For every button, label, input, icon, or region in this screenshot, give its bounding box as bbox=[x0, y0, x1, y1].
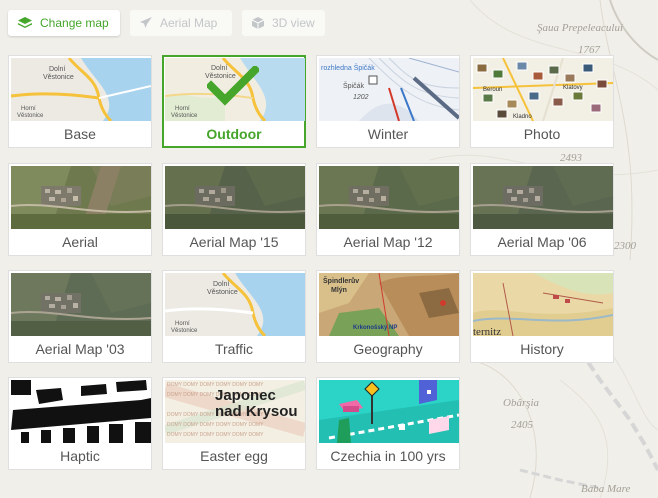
svg-text:Horní: Horní bbox=[175, 321, 190, 327]
svg-text:Klatovy: Klatovy bbox=[563, 85, 583, 91]
map-label-baba-mare: Baba Mare bbox=[581, 483, 631, 495]
svg-text:DOMY DOMY DOMY DOMY DOMY DOMY: DOMY DOMY DOMY DOMY DOMY DOMY bbox=[167, 432, 264, 438]
svg-text:Japonec: Japonec bbox=[215, 387, 276, 404]
map-tile-traffic[interactable]: Dolní Věstonice Horní Věstonice Traffic bbox=[162, 270, 306, 363]
svg-text:Špičák: Špičák bbox=[343, 81, 365, 90]
aerial-map-thumbnail bbox=[473, 166, 613, 229]
map-tile-label: Haptic bbox=[60, 448, 100, 464]
aerial-map-thumbnail bbox=[165, 166, 305, 229]
map-tile-aerial[interactable]: Aerial bbox=[8, 163, 152, 256]
layers-icon bbox=[18, 17, 32, 28]
haptic-map-thumbnail bbox=[11, 380, 151, 443]
svg-text:Věstonice: Věstonice bbox=[171, 328, 198, 334]
svg-text:nad Krysou: nad Krysou bbox=[215, 403, 298, 420]
map-tile-label: Base bbox=[64, 126, 96, 142]
map-tile-label: Easter egg bbox=[200, 448, 268, 464]
3d-view-label: 3D view bbox=[272, 16, 315, 30]
future-map-thumbnail bbox=[319, 380, 459, 443]
map-tile-history[interactable]: ternitz History bbox=[470, 270, 614, 363]
map-tile-label: Traffic bbox=[214, 341, 254, 357]
map-tile-label: Aerial Map '03 bbox=[35, 341, 125, 357]
history-map-thumbnail: ternitz bbox=[473, 273, 613, 336]
outdoor-map-thumbnail: Dolní Věstonice Horní Věstonice bbox=[165, 58, 305, 121]
map-tile-aerial-12[interactable]: Aerial Map '12 bbox=[316, 163, 460, 256]
map-tile-label: Aerial bbox=[62, 234, 98, 250]
map-tile-label: Photo bbox=[523, 126, 561, 142]
svg-text:Věstonice: Věstonice bbox=[171, 113, 198, 119]
aerial-map-thumbnail bbox=[319, 166, 459, 229]
map-label-elevation: 2300 bbox=[614, 240, 636, 252]
traffic-map-thumbnail: Dolní Věstonice Horní Věstonice bbox=[165, 273, 305, 336]
base-map-thumbnail: Dolní Věstonice Horní Věstonice bbox=[11, 58, 151, 121]
svg-text:Mlýn: Mlýn bbox=[331, 287, 347, 294]
change-map-button[interactable]: Change map bbox=[8, 10, 120, 36]
svg-text:Dolní: Dolní bbox=[213, 281, 229, 288]
svg-text:Beroun: Beroun bbox=[483, 87, 502, 93]
map-label-elevation: 2405 bbox=[511, 419, 533, 431]
map-tile-aerial-03[interactable]: Aerial Map '03 bbox=[8, 270, 152, 363]
photo-map-thumbnail: Klatovy Beroun Kladno bbox=[473, 58, 613, 121]
svg-text:Věstonice: Věstonice bbox=[207, 289, 238, 296]
map-tile-aerial-06[interactable]: Aerial Map '06 bbox=[470, 163, 614, 256]
svg-text:Krkonošský NP: Krkonošský NP bbox=[353, 325, 397, 331]
map-tile-easter-egg[interactable]: DOMY DOMY DOMY DOMY DOMY DOMY DOMY DOMY … bbox=[162, 377, 306, 470]
svg-text:ternitz: ternitz bbox=[473, 326, 501, 336]
aerial-map-button[interactable]: Aerial Map bbox=[130, 10, 232, 36]
airplane-icon bbox=[140, 17, 152, 28]
map-tile-label: Winter bbox=[367, 126, 409, 142]
cube-icon bbox=[251, 17, 265, 29]
map-tile-label: Czechia in 100 yrs bbox=[330, 448, 446, 464]
svg-text:Věstonice: Věstonice bbox=[17, 113, 44, 119]
map-tile-aerial-15[interactable]: Aerial Map '15 bbox=[162, 163, 306, 256]
map-label-obarsia: Obârşia bbox=[503, 397, 540, 409]
change-map-label: Change map bbox=[40, 16, 109, 30]
map-tile-base[interactable]: Dolní Věstonice Horní Věstonice Base bbox=[8, 55, 152, 148]
svg-text:1202: 1202 bbox=[353, 94, 369, 101]
map-tile-geography[interactable]: Špindlerův Mlýn Krkonošský NP Geography bbox=[316, 270, 460, 363]
winter-map-thumbnail: rozhledna Špičák Špičák 1202 bbox=[319, 58, 459, 121]
map-label-saua-prepeleacului: Şaua Prepeleacului bbox=[537, 22, 624, 34]
svg-text:Dolní: Dolní bbox=[49, 66, 65, 73]
geography-map-thumbnail: Špindlerův Mlýn Krkonošský NP bbox=[319, 273, 459, 336]
svg-text:Kladno: Kladno bbox=[513, 114, 532, 120]
map-tile-label: History bbox=[520, 341, 564, 357]
3d-view-button[interactable]: 3D view bbox=[242, 10, 325, 36]
map-tile-label: Outdoor bbox=[206, 126, 262, 142]
easter-egg-thumbnail: DOMY DOMY DOMY DOMY DOMY DOMY DOMY DOMY … bbox=[165, 380, 305, 443]
map-tile-outdoor[interactable]: Dolní Věstonice Horní Věstonice Outdoor bbox=[162, 55, 306, 148]
map-tile-winter[interactable]: rozhledna Špičák Špičák 1202 Winter bbox=[316, 55, 460, 148]
svg-text:Horní: Horní bbox=[175, 106, 190, 112]
svg-text:Věstonice: Věstonice bbox=[43, 74, 74, 81]
map-tile-label: Aerial Map '06 bbox=[497, 234, 587, 250]
map-tile-photo[interactable]: Klatovy Beroun Kladno Photo bbox=[470, 55, 614, 148]
map-tile-czechia-100-years[interactable]: Czechia in 100 yrs bbox=[316, 377, 460, 470]
svg-text:rozhledna Špičák: rozhledna Špičák bbox=[321, 63, 375, 72]
svg-text:Horní: Horní bbox=[21, 106, 36, 112]
aerial-map-thumbnail bbox=[11, 166, 151, 229]
check-icon bbox=[207, 66, 259, 106]
svg-text:Špindlerův: Špindlerův bbox=[323, 276, 359, 285]
map-tile-haptic[interactable]: Haptic bbox=[8, 377, 152, 470]
map-tile-label: Geography bbox=[353, 341, 423, 357]
svg-text:DOMY DOMY DOMY DOMY DOMY DOMY: DOMY DOMY DOMY DOMY DOMY DOMY bbox=[167, 422, 264, 428]
map-tile-label: Aerial Map '12 bbox=[343, 234, 433, 250]
aerial-map-thumbnail bbox=[11, 273, 151, 336]
map-tile-label: Aerial Map '15 bbox=[189, 234, 279, 250]
aerial-map-label: Aerial Map bbox=[160, 16, 218, 30]
